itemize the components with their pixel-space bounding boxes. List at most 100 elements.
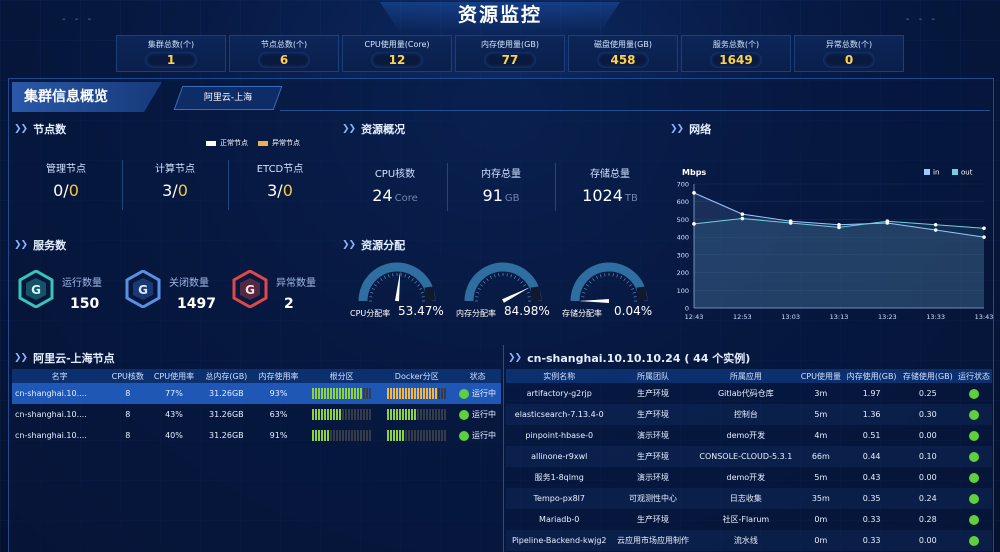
level-segment [393, 409, 396, 420]
col-header[interactable]: CPU使用量 [798, 369, 844, 383]
level-segment [348, 388, 351, 399]
level-segment [426, 388, 429, 399]
col-header[interactable]: CPU使用率 [148, 369, 200, 383]
instance-name: Pipeline-Backend-kwjg2 [506, 530, 613, 551]
instance-team: 生产环境 [612, 446, 694, 467]
gauge-tick [380, 278, 383, 281]
service-value: 150 [70, 296, 100, 312]
gauge-tick [374, 284, 377, 287]
col-header[interactable]: 内存使用率 [253, 369, 305, 383]
instance-name: 服务1-8qlmg [534, 473, 584, 482]
level-segment [390, 388, 393, 399]
col-header[interactable]: 总内存(GB) [199, 369, 254, 383]
x-tick-label: 13:13 [830, 313, 849, 321]
table-row[interactable]: cn-shanghai.10.... 8 77% 31.26GB 93% 运行中 [12, 383, 501, 404]
table-row[interactable]: elasticsearch-7.13.4-0 生产环境 控制台 5m 1.36 0.30 [506, 404, 992, 425]
level-segment [417, 430, 420, 441]
level-segment [339, 430, 342, 441]
level-bars [312, 409, 372, 420]
x-tick-label: 13:43 [975, 313, 994, 321]
level-bars [387, 388, 447, 399]
level-segment [411, 430, 414, 441]
level-segment [423, 430, 426, 441]
level-segment [318, 430, 321, 441]
gauge-label: 存储分配率 [562, 309, 602, 318]
stat-clusters: 集群总数(个) 1 [116, 35, 226, 72]
level-segment [333, 388, 336, 399]
stat-label: 异常总数(个) [825, 40, 873, 49]
stat-cpu: CPU使用量(Core) 12 [342, 35, 452, 72]
panel-title: 集群信息概览 [12, 82, 162, 112]
table-row[interactable]: allinone-r9xwl 生产环境 CONSOLE-CLOUD-5.3.1 66m… [506, 446, 992, 467]
stat-value: 458 [597, 52, 649, 68]
level-segment [408, 430, 411, 441]
instance-mem: 0.33 [862, 515, 881, 524]
level-segment [444, 430, 447, 441]
legend-swatch-in [924, 169, 930, 175]
gauge-tick [420, 292, 424, 294]
table-row[interactable]: artifactory-g2rjp 生产环境 Gitlab代码仓库 3m 1.97 0.2… [506, 383, 992, 404]
gauge-dial [464, 262, 542, 303]
level-segment [399, 388, 402, 399]
level-segment [348, 409, 351, 420]
col-header[interactable]: 所属团队 [612, 369, 694, 383]
legend-swatch-abnormal [258, 140, 268, 146]
instance-status [956, 383, 992, 404]
status-dot-icon [968, 493, 979, 504]
svg-text:G: G [245, 283, 255, 297]
table-row[interactable]: cn-shanghai.10.... 8 40% 31.26GB 91% 运行中 [12, 425, 501, 446]
resource-cpu: CPU核数 24 Core [345, 165, 445, 205]
point-in [740, 212, 745, 216]
gauge-value: 53.47% [398, 304, 444, 318]
table-row[interactable]: Pipeline-Backend-kwjg2 云应用市场应用制作 流水线 0m 0.33… [506, 530, 992, 551]
chevron-right-icon: ❯❯ [508, 353, 522, 363]
x-tick-label: 13:33 [926, 313, 945, 321]
section-allocation: ❯❯ 资源分配 [342, 237, 405, 253]
gauge-tick [414, 280, 418, 284]
table-row[interactable]: pinpoint-hbase-0 演示环境 demo开发 4m 0.51 0.00 [506, 425, 992, 446]
level-segment [330, 430, 333, 441]
table-row[interactable]: Tempo-px8l7 可观测性中心 日志收集 35m 0.35 0.24 [506, 488, 992, 509]
gauge-needle [502, 287, 530, 303]
col-header[interactable]: Docker分区 [379, 369, 455, 383]
col-header[interactable]: 根分区 [304, 369, 380, 383]
gauge-tick [480, 284, 483, 287]
y-tick-label: 400 [677, 234, 689, 242]
level-segment [321, 430, 324, 441]
col-header[interactable]: 实例名称 [506, 369, 613, 383]
level-segment [369, 409, 372, 420]
level-segment [366, 409, 369, 420]
tab-cluster-shanghai[interactable]: 阿里云-上海 [173, 86, 283, 110]
col-header[interactable]: 存储使用(GB) [899, 369, 956, 383]
col-header[interactable]: 所属应用 [693, 369, 799, 383]
table-header-row: 实例名称 所属团队 所属应用 CPU使用量 内存使用(GB) 存储使用(GB) 运行状态 [506, 369, 992, 383]
table-header-row: 名字 CPU核数 CPU使用率 总内存(GB) 内存使用率 根分区 Docker分区 状态 [12, 369, 501, 383]
table-row[interactable]: Mariadb-0 生产环境 社区-Flarum 0m 0.33 0.28 [506, 509, 992, 530]
instance-cpu: 5m [814, 473, 828, 482]
level-segment [360, 409, 363, 420]
level-segment [426, 409, 429, 420]
gauge-tick [370, 292, 374, 294]
col-header[interactable]: 状态 [454, 369, 501, 383]
level-segment [345, 430, 348, 441]
instance-team: 生产环境 [636, 515, 669, 524]
instance-name: allinone-r9xwl [506, 446, 613, 467]
level-segment [342, 409, 345, 420]
table-row[interactable]: 服务1-8qlmg 演示环境 demo开发 5m 0.43 0.00 [506, 467, 992, 488]
level-segment [432, 409, 435, 420]
divider [122, 160, 123, 210]
table-row[interactable]: cn-shanghai.10.... 8 43% 31.26GB 63% 运行中 [12, 404, 501, 425]
col-header[interactable]: 内存使用(GB) [843, 369, 900, 383]
level-segment [417, 409, 420, 420]
gauge-tick [376, 280, 380, 284]
section-network: ❯❯ 网络 [670, 121, 711, 137]
instance-status [955, 404, 992, 425]
gauge-tick [486, 278, 489, 281]
resource-number: 1024 [582, 186, 623, 205]
section-node-table: ❯❯ 阿里云-上海节点 [14, 350, 115, 366]
instance-storage: 0.25 [918, 389, 937, 398]
col-header[interactable]: CPU核数 [107, 369, 149, 383]
col-header[interactable]: 名字 [12, 369, 108, 383]
col-header[interactable]: 运行状态 [955, 369, 992, 383]
level-segment [333, 430, 336, 441]
